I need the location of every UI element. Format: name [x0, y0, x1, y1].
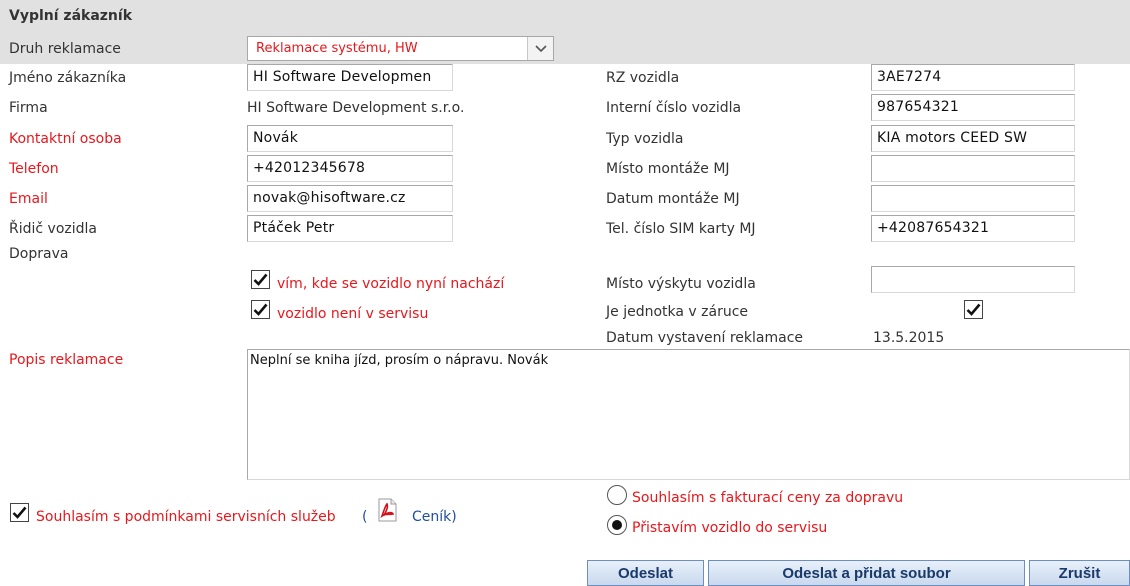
radio-selected-dot	[612, 520, 622, 530]
cenik-link[interactable]: Ceník)	[412, 509, 457, 525]
popis-reklamace-textarea[interactable]: Neplní se kniha jízd, prosím o nápravu. …	[247, 349, 1130, 480]
interni-cislo-input[interactable]: 987654321	[871, 94, 1075, 121]
check-icon	[253, 303, 268, 316]
misto-vyskytu-label: Místo výskytu vozidla	[606, 276, 756, 292]
check-icon	[253, 273, 268, 286]
zaruka-checkbox[interactable]	[964, 300, 983, 319]
datum-vystaveni-label: Datum vystavení reklamace	[606, 330, 804, 346]
souhlas-podminky-checkbox[interactable]	[10, 503, 29, 522]
faktura-dopravy-label: Souhlasím s fakturací ceny za dopravu	[632, 490, 904, 506]
firma-value: HI Software Development s.r.o.	[247, 100, 465, 116]
odeslat-button[interactable]: Odeslat	[587, 560, 704, 586]
section-title: Vyplní zákazník	[9, 8, 132, 24]
doprava-label: Doprava	[9, 246, 69, 262]
zrusit-button[interactable]: Zrušit	[1029, 560, 1130, 586]
druh-reklamace-select[interactable]: Reklamace systému, HW	[247, 36, 554, 61]
sim-karty-label: Tel. číslo SIM karty MJ	[606, 221, 756, 237]
vim-kde-checkbox[interactable]	[251, 270, 270, 289]
kontaktni-osoba-label: Kontaktní osoba	[9, 131, 122, 147]
email-label: Email	[9, 191, 48, 207]
telefon-label: Telefon	[9, 161, 59, 177]
zaruka-label: Je jednotka v záruce	[606, 304, 749, 320]
paren-open: (	[362, 509, 368, 525]
odeslat-pridat-soubor-button[interactable]: Odeslat a přidat soubor	[708, 560, 1025, 586]
check-icon	[12, 506, 27, 519]
ridic-label: Řidič vozidla	[9, 221, 97, 237]
misto-montaze-label: Místo montáže MJ	[606, 161, 730, 177]
rz-vozidla-input[interactable]: 3AE7274	[871, 64, 1075, 91]
paren-close: )	[451, 509, 457, 525]
druh-reklamace-label: Druh reklamace	[9, 41, 121, 57]
misto-vyskytu-input[interactable]	[871, 266, 1075, 293]
sim-karty-input[interactable]: +42087654321	[871, 215, 1075, 242]
interni-cislo-label: Interní číslo vozidla	[606, 100, 742, 116]
ridic-vozidla-input[interactable]: Ptáček Petr	[247, 215, 453, 242]
pristavim-vozidlo-label: Přistavím vozidlo do servisu	[632, 520, 828, 536]
typ-vozidla-input[interactable]: KIA motors CEED SW	[871, 125, 1075, 152]
pristavim-vozidlo-radio[interactable]	[607, 515, 627, 535]
datum-vystaveni-value: 13.5.2015	[873, 330, 945, 346]
druh-reklamace-value: Reklamace systému, HW	[256, 41, 418, 56]
kontaktni-osoba-input[interactable]: Novák	[247, 125, 453, 152]
jmeno-zakaznika-input[interactable]: HI Software Developmen	[247, 64, 453, 91]
telefon-input[interactable]: +42012345678	[247, 155, 453, 182]
souhlas-podminky-label: Souhlasím s podmínkami servisních služeb	[36, 509, 336, 525]
datum-montaze-label: Datum montáže MJ	[606, 191, 740, 207]
form-header-band	[0, 0, 1130, 64]
vozidlo-neni-v-servisu-checkbox[interactable]	[251, 300, 270, 319]
misto-montaze-input[interactable]	[871, 155, 1075, 182]
cenik-label: Ceník	[412, 509, 452, 525]
chevron-down-icon[interactable]	[527, 37, 553, 60]
email-input[interactable]: novak@hisoftware.cz	[247, 185, 453, 212]
typ-vozidla-label: Typ vozidla	[606, 131, 684, 147]
check-icon	[966, 303, 981, 316]
faktura-dopravy-radio[interactable]	[607, 485, 627, 505]
jmeno-label: Jméno zákazníka	[9, 70, 127, 86]
pdf-icon[interactable]	[375, 498, 399, 526]
vim-kde-label: vím, kde se vozidlo nyní nachází	[277, 276, 505, 292]
firma-label: Firma	[9, 100, 48, 116]
datum-montaze-input[interactable]	[871, 185, 1075, 212]
rz-vozidla-label: RZ vozidla	[606, 70, 680, 86]
vozidlo-neni-v-servisu-label: vozidlo není v servisu	[277, 306, 429, 322]
popis-reklamace-label: Popis reklamace	[9, 352, 124, 368]
